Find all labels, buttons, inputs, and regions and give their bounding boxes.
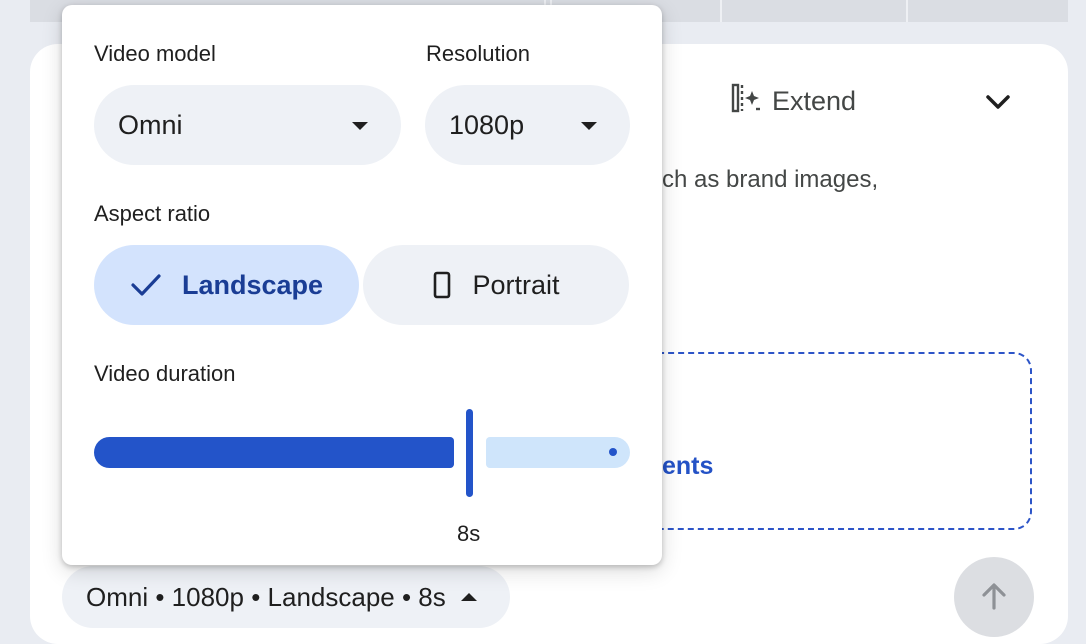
landscape-label: Landscape — [181, 269, 324, 300]
duration-slider-stop-dot — [609, 448, 617, 456]
arrow-drop-down-icon — [581, 122, 597, 130]
send-button[interactable] — [954, 557, 1034, 637]
aspect-landscape-button[interactable]: Landscape — [94, 245, 359, 325]
expand-button[interactable] — [982, 88, 1014, 116]
strip-divider — [720, 0, 722, 22]
arrow-drop-up-icon — [460, 593, 477, 601]
chevron-down-icon — [986, 95, 1010, 109]
duration-value: 8s — [457, 521, 481, 546]
strip-divider — [906, 0, 908, 22]
aspect-ratio-label: Aspect ratio — [94, 201, 211, 226]
dropzone-link-text[interactable]: ents — [662, 452, 713, 481]
resolution-label: Resolution — [426, 41, 530, 66]
portrait-icon — [434, 271, 451, 299]
resolution-select[interactable]: 1080p — [425, 85, 630, 165]
extend-tab[interactable]: Extend — [730, 82, 857, 121]
resolution-value: 1080p — [449, 109, 525, 140]
video-model-label: Video model — [94, 41, 216, 66]
duration-slider-active-track[interactable] — [94, 437, 454, 468]
extend-label: Extend — [772, 85, 857, 116]
video-model-value: Omni — [118, 109, 183, 140]
arrow-drop-down-icon — [352, 122, 368, 130]
extend-icon — [730, 82, 762, 121]
summary-label: Omni • 1080p • Landscape • 8s — [86, 581, 446, 612]
arrow-up-icon — [982, 583, 1006, 610]
check-icon — [131, 274, 161, 296]
video-duration-label: Video duration — [94, 361, 236, 386]
video-settings-popover: Video model Resolution Omni 1080p Aspect… — [62, 5, 662, 565]
portrait-label: Portrait — [472, 269, 560, 300]
aspect-portrait-button[interactable]: Portrait — [363, 245, 629, 325]
hint-text: ch as brand images, — [662, 166, 879, 193]
settings-summary-chip[interactable]: Omni • 1080p • Landscape • 8s — [62, 566, 510, 628]
duration-slider-handle[interactable] — [466, 409, 473, 497]
video-model-select[interactable]: Omni — [94, 85, 401, 165]
